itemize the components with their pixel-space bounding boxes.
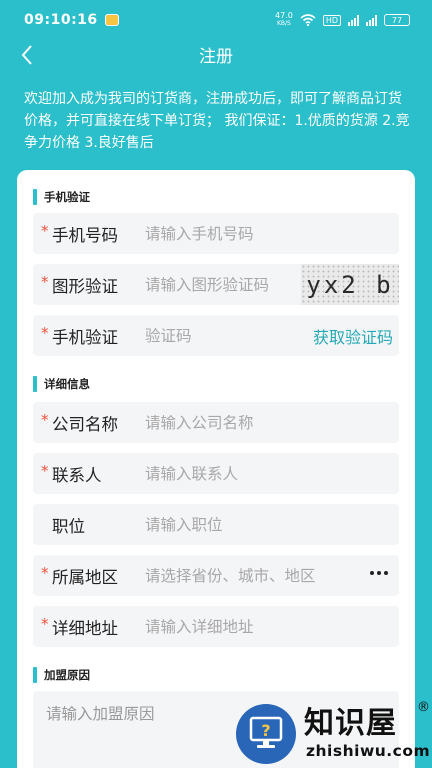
network-speed: 47.0 KB/S: [275, 12, 293, 28]
sms-code-field: * 手机验证 获取验证码: [33, 315, 399, 356]
section-title-phone-verify: 手机验证: [33, 189, 90, 205]
section-accent-bar: [33, 376, 37, 392]
signal-icon: [348, 14, 359, 26]
question-monitor-icon: ?: [236, 704, 296, 764]
hd-badge: HD: [322, 14, 341, 26]
wifi-icon: [300, 14, 316, 26]
required-mark: *: [41, 411, 49, 429]
captcha-image[interactable]: yx2 b: [301, 264, 399, 305]
position-field: 职位: [33, 504, 399, 545]
status-time: 09:10:16: [24, 12, 98, 28]
section-title-text: 手机验证: [44, 190, 90, 204]
network-speed-value: 47.0: [275, 11, 293, 20]
battery-level: 77: [391, 15, 403, 25]
position-label: 职位: [52, 516, 85, 536]
registration-form-card: 手机验证 * 手机号码 * 图形验证 yx2 b * 手机验证 获取验证码 详细…: [17, 170, 415, 768]
phone-label: 手机号码: [52, 225, 118, 245]
chevron-left-icon[interactable]: [16, 42, 40, 68]
region-field[interactable]: * 所属地区: [33, 555, 399, 596]
section-title-text: 加盟原因: [44, 668, 90, 682]
phone-field: * 手机号码: [33, 213, 399, 254]
region-select[interactable]: [145, 566, 365, 585]
address-field: * 详细地址: [33, 606, 399, 647]
required-mark: *: [41, 324, 49, 342]
section-title-text: 详细信息: [44, 377, 90, 391]
company-label: 公司名称: [52, 414, 118, 434]
svg-text:?: ?: [261, 721, 270, 740]
required-mark: *: [41, 564, 49, 582]
address-label: 详细地址: [52, 618, 118, 638]
nav-bar: 注册: [0, 40, 432, 70]
registered-mark: ®: [417, 700, 430, 715]
contact-input[interactable]: [145, 464, 385, 483]
watermark: ? 知识屋 ® zhishiwu.com: [236, 698, 432, 768]
required-mark: *: [41, 273, 49, 291]
section-accent-bar: [33, 189, 37, 205]
section-title-details: 详细信息: [33, 376, 90, 392]
get-code-button[interactable]: 获取验证码: [313, 324, 393, 348]
captcha-field: * 图形验证 yx2 b: [33, 264, 399, 305]
notification-app-icon: [104, 14, 119, 26]
intro-text: 欢迎加入成为我司的订货商，注册成功后，即可了解商品订货 价格，并可直接在线下单订…: [24, 91, 410, 151]
network-speed-unit: KB/S: [276, 20, 291, 27]
company-field: * 公司名称: [33, 402, 399, 443]
company-input[interactable]: [145, 413, 385, 432]
required-mark: *: [41, 462, 49, 480]
section-title-join-reason: 加盟原因: [33, 667, 90, 683]
status-indicators: 47.0 KB/S HD 77: [275, 12, 410, 28]
battery-icon: 77: [384, 14, 410, 26]
status-bar: 09:10:16 47.0 KB/S HD 77: [0, 0, 432, 40]
position-input[interactable]: [145, 515, 385, 534]
region-label: 所属地区: [52, 567, 118, 587]
phone-input[interactable]: [145, 224, 385, 243]
watermark-brand-cn: 知识屋: [304, 706, 397, 741]
captcha-input[interactable]: [145, 275, 301, 294]
sms-code-input[interactable]: [145, 326, 275, 345]
captcha-image-text: yx2 b: [306, 270, 394, 299]
address-input[interactable]: [145, 617, 385, 636]
required-mark: *: [41, 615, 49, 633]
watermark-brand-en: zhishiwu.com: [306, 742, 431, 760]
section-accent-bar: [33, 667, 37, 683]
signal-icon: [366, 14, 377, 26]
sms-code-label: 手机验证: [52, 327, 118, 347]
contact-field: * 联系人: [33, 453, 399, 494]
required-mark: *: [41, 222, 49, 240]
more-icon[interactable]: [370, 571, 388, 575]
page-title: 注册: [199, 47, 233, 67]
captcha-label: 图形验证: [52, 276, 118, 296]
contact-label: 联系人: [52, 465, 102, 485]
